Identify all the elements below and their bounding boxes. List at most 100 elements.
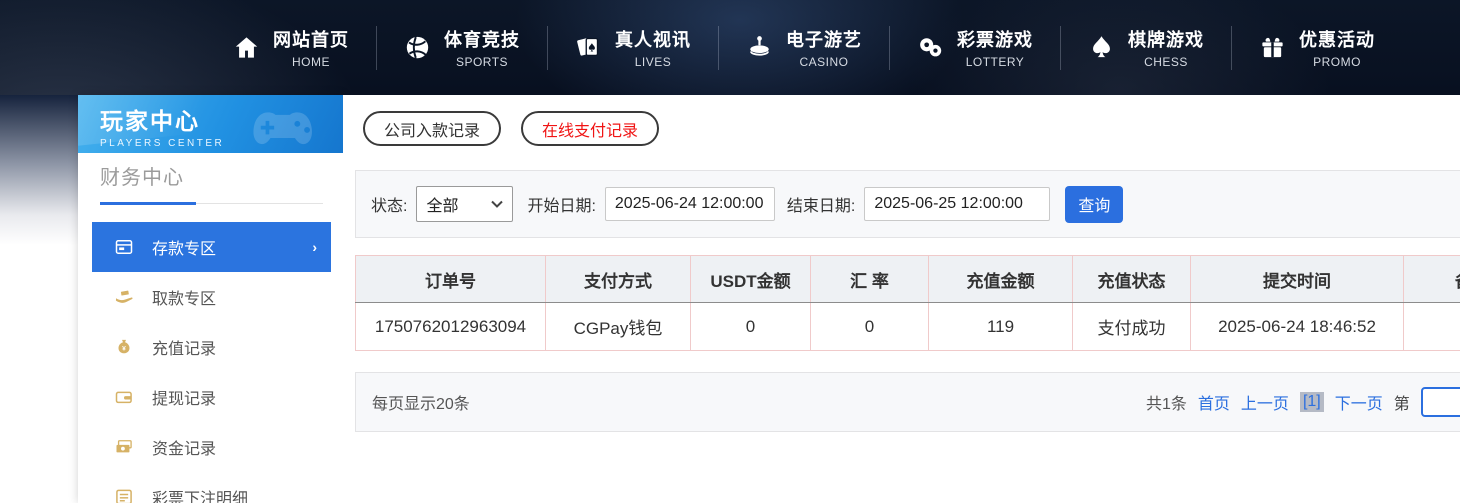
col-submit-time: 提交时间	[1191, 256, 1404, 303]
col-exchange-rate: 汇 率	[811, 256, 929, 303]
jump-page-input[interactable]	[1421, 387, 1460, 417]
nav-label-zh: 棋牌游戏	[1128, 26, 1204, 52]
wallet-icon	[114, 387, 134, 407]
col-usdt-amount: USDT金额	[691, 256, 811, 303]
hand-money-icon	[114, 287, 134, 307]
start-date-input[interactable]	[605, 187, 775, 221]
search-button[interactable]: 查询	[1065, 186, 1123, 223]
nav-label-en: CHESS	[1144, 55, 1188, 69]
sidebar-item-label: 提现记录	[152, 385, 216, 409]
sidebar-item-label: 彩票下注明细	[152, 485, 248, 503]
status-select[interactable]: 全部	[416, 186, 513, 222]
col-order-id: 订单号	[356, 256, 546, 303]
pagination-bar: 每页显示20条 共1条 首页 上一页 [1] 下一页 第	[355, 372, 1460, 432]
sidebar-section-label: 财务中心	[100, 167, 184, 189]
end-date-input[interactable]	[864, 187, 1050, 221]
nav-label-en: CASINO	[799, 55, 848, 69]
nav-item-chess[interactable]: 棋牌游戏 CHESS	[1061, 26, 1231, 69]
record-tabs: 公司入款记录 在线支付记录	[363, 111, 659, 146]
cell-usdt-amount: 0	[691, 303, 811, 351]
filter-bar: 状态: 全部 开始日期: 结束日期: 查询	[355, 170, 1460, 238]
end-date-label: 结束日期:	[787, 192, 855, 216]
sidebar-item-withdrawal-records[interactable]: 提现记录	[92, 372, 331, 422]
cell-payment-method: CGPay钱包	[546, 303, 691, 351]
col-remark: 备注	[1404, 256, 1460, 303]
prev-page-link[interactable]: 上一页	[1241, 390, 1289, 414]
nav-label-en: LIVES	[635, 55, 672, 69]
nav-label-zh: 网站首页	[273, 26, 349, 52]
gift-icon	[1259, 34, 1286, 61]
first-page-link[interactable]: 首页	[1198, 390, 1230, 414]
cell-recharge-status: 支付成功	[1073, 303, 1191, 351]
nav-label-zh: 优惠活动	[1299, 26, 1375, 52]
money-bag-icon: ¥	[114, 337, 134, 357]
nav-item-lives[interactable]: 真人视讯 LIVES	[548, 26, 718, 69]
lottery-balls-icon	[917, 34, 944, 61]
next-page-link[interactable]: 下一页	[1335, 390, 1383, 414]
sidebar-item-label: 存款专区	[152, 235, 216, 259]
sidebar-item-label: 取款专区	[152, 285, 216, 309]
table-row: 1750762012963094 CGPay钱包 0 0 119 支付成功 20…	[356, 303, 1460, 351]
sidebar-item-recharge-records[interactable]: ¥ 充值记录	[92, 322, 331, 372]
page-size-text: 每页显示20条	[372, 390, 470, 414]
sports-ball-icon	[404, 34, 431, 61]
cash-icon	[114, 437, 134, 457]
table-header-row: 订单号 支付方式 USDT金额 汇 率 充值金额 充值状态 提交时间 备注	[356, 256, 1460, 303]
nav-label-en: HOME	[292, 55, 330, 69]
sidebar-title: 玩家中心	[100, 102, 343, 136]
cell-recharge-amount: 119	[929, 303, 1073, 351]
sidebar-item-funds-records[interactable]: 资金记录	[92, 422, 331, 472]
sidebar-header: 玩家中心 PLAYERS CENTER	[78, 95, 343, 153]
start-date-label: 开始日期:	[527, 192, 595, 216]
top-banner: 网站首页 HOME 体育竞技SPORTS 真人视讯 LIVES 电子游艺 CASINO…	[0, 0, 1460, 95]
nav-label-zh: 真人视讯	[615, 26, 691, 52]
nav-item-lottery[interactable]: 彩票游戏 LOTTERY	[890, 26, 1060, 69]
sidebar-item-label: 资金记录	[152, 435, 216, 459]
nav-label-en: LOTTERY	[966, 55, 1025, 69]
nav-item-casino[interactable]: 电子游艺 CASINO	[719, 26, 889, 69]
total-count-text: 共1条	[1146, 390, 1187, 414]
col-recharge-status: 充值状态	[1073, 256, 1191, 303]
main-content: 公司入款记录 在线支付记录 状态: 全部 开始日期: 结束日期: 查询 订单号 …	[343, 95, 1460, 503]
col-recharge-amount: 充值金额	[929, 256, 1073, 303]
chevron-down-icon	[491, 200, 503, 208]
roulette-icon	[746, 34, 773, 61]
nav-label-en: PROMO	[1313, 55, 1361, 69]
section-underline	[100, 202, 196, 205]
spade-icon	[1088, 34, 1115, 61]
nav-item-home[interactable]: 网站首页 HOME	[206, 26, 376, 69]
status-selected-value: 全部	[426, 192, 458, 216]
sidebar-subtitle: PLAYERS CENTER	[100, 138, 343, 149]
status-label: 状态:	[371, 192, 407, 216]
cell-submit-time: 2025-06-24 18:46:52	[1191, 303, 1404, 351]
nav-item-promo[interactable]: 优惠活动 PROMO	[1232, 26, 1402, 69]
playing-cards-icon	[575, 34, 602, 61]
main-nav: 网站首页 HOME 体育竞技SPORTS 真人视讯 LIVES 电子游艺 CASINO…	[206, 0, 1402, 95]
nav-item-sports[interactable]: 体育竞技SPORTS	[377, 26, 547, 69]
sidebar-menu: 存款专区 › 取款专区 ¥ 充值记录 提现记录 资金记录 彩票下注明细	[78, 222, 343, 503]
jump-page-label: 第	[1394, 390, 1410, 414]
current-page-indicator: [1]	[1300, 392, 1324, 412]
cell-order-id: 1750762012963094	[356, 303, 546, 351]
nav-label-zh: 彩票游戏	[957, 26, 1033, 52]
sidebar-section-finance: 财务中心	[100, 161, 323, 204]
nav-label-zh: 体育竞技	[444, 26, 520, 52]
tab-online-payment-records[interactable]: 在线支付记录	[521, 111, 659, 146]
deposit-card-icon	[114, 237, 134, 257]
cell-remark	[1404, 303, 1460, 351]
tab-company-deposit-records[interactable]: 公司入款记录	[363, 111, 501, 146]
banner-fade-strip	[0, 95, 78, 245]
payment-records-table: 订单号 支付方式 USDT金额 汇 率 充值金额 充值状态 提交时间 备注 17…	[355, 255, 1460, 351]
cell-exchange-rate: 0	[811, 303, 929, 351]
sidebar: 玩家中心 PLAYERS CENTER 财务中心 存款专区 › 取款专区 ¥ 充…	[78, 95, 343, 503]
col-payment-method: 支付方式	[546, 256, 691, 303]
sidebar-item-label: 充值记录	[152, 335, 216, 359]
sidebar-item-withdraw[interactable]: 取款专区	[92, 272, 331, 322]
home-icon	[233, 34, 260, 61]
bet-list-icon	[114, 487, 134, 503]
sidebar-item-lottery-bets[interactable]: 彩票下注明细	[92, 472, 331, 503]
sidebar-item-deposit[interactable]: 存款专区 ›	[92, 222, 331, 272]
chevron-right-icon: ›	[312, 239, 317, 255]
nav-label-zh: 电子游艺	[786, 26, 862, 52]
svg-text:¥: ¥	[122, 345, 126, 352]
